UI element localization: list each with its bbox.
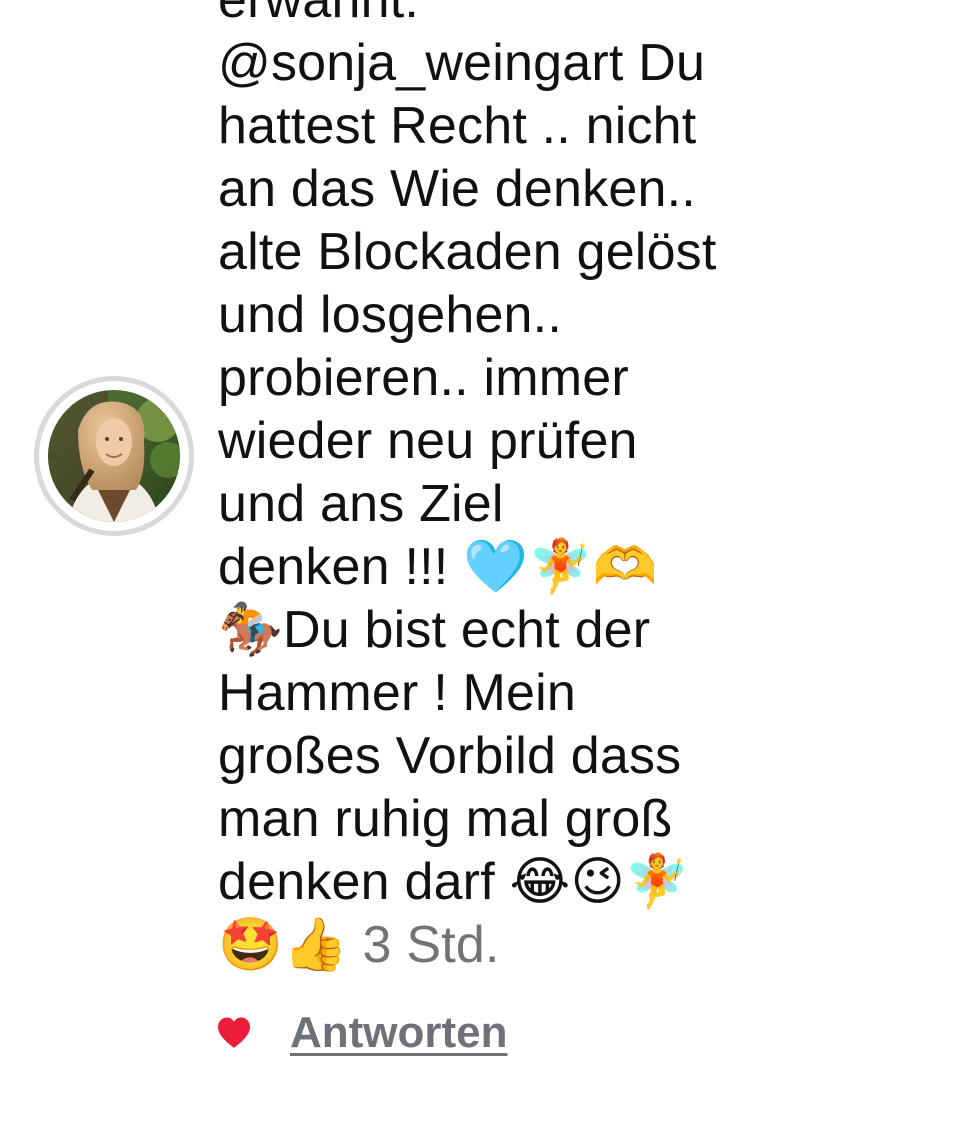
reply-button[interactable]: Antworten	[290, 1008, 508, 1058]
comment-actions: Antworten	[216, 1008, 508, 1058]
comment-notification: erwähnt: @sonja_weingart Du hattest Rech…	[0, 0, 960, 1127]
comment-text: erwähnt: @sonja_weingart Du hattest Rech…	[218, 0, 717, 974]
timestamp: 3 Std.	[347, 916, 500, 974]
comment-body: erwähnt: @sonja_weingart Du hattest Rech…	[218, 0, 758, 977]
avatar[interactable]	[34, 376, 194, 536]
heart-icon[interactable]	[216, 1016, 252, 1050]
profile-photo	[48, 390, 180, 522]
